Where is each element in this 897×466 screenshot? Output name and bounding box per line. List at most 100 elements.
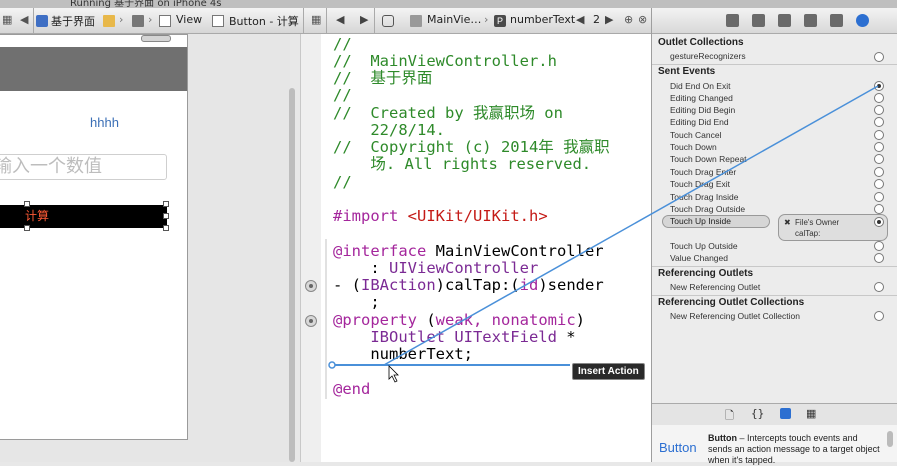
connection-circle[interactable] (874, 93, 884, 103)
interface-line: @interface MainViewController (333, 243, 604, 260)
size-inspector-icon[interactable] (830, 14, 843, 27)
connections-inspector: Outlet Collections gestureRecognizers Se… (651, 8, 897, 465)
resize-handle[interactable] (24, 225, 30, 231)
connection-target[interactable]: ✖ File's Owner calTap: (778, 214, 888, 241)
outlet-line: IBOutlet UITextField * (333, 328, 576, 346)
connection-circle[interactable] (874, 179, 884, 189)
comment-line: // MainViewController.h (333, 52, 557, 70)
view-icon (159, 15, 171, 27)
resize-handle[interactable] (163, 213, 169, 219)
close-editor-icon[interactable]: ⊗ (638, 13, 647, 26)
identity-inspector-icon[interactable] (778, 14, 791, 27)
library-item-name: Button (708, 433, 737, 443)
connection-circle[interactable] (874, 142, 884, 152)
connection-circle[interactable] (874, 241, 884, 251)
counterpart-index: 2 (593, 13, 600, 26)
quick-help-icon[interactable] (752, 14, 765, 27)
connection-circle[interactable] (874, 204, 884, 214)
object-library-icon[interactable] (780, 408, 791, 419)
comment-line: // Created by 我赢职场 on (333, 104, 563, 122)
code-editor[interactable]: // // MainViewController.h // 基于界面 // //… (321, 34, 651, 462)
iphone-view[interactable]: hhhh 输入一个数值 计算 (0, 34, 188, 440)
connection-circle[interactable] (874, 282, 884, 292)
connection-circle[interactable] (874, 253, 884, 263)
outlet-star: * (556, 328, 576, 346)
forward-icon[interactable]: ▶ (360, 13, 368, 26)
connection-circle[interactable] (874, 217, 884, 227)
outlet-connection-icon[interactable] (305, 315, 317, 327)
action-line: - (IBAction)calTap:(id)sender (333, 277, 604, 294)
new-referencing-outlet-row: New Referencing Outlet (670, 282, 761, 292)
next-counterpart-icon[interactable]: ▶ (605, 13, 613, 26)
file-inspector-icon[interactable] (726, 14, 739, 27)
storyboard-canvas[interactable]: hhhh 输入一个数值 计算 (0, 34, 290, 462)
connection-circle[interactable] (874, 81, 884, 91)
back-arrow-icon[interactable]: ◀ (20, 13, 28, 26)
action-prefix: - ( (333, 276, 361, 294)
connection-circle[interactable] (874, 311, 884, 321)
breadcrumb-chevron-icon: › (119, 13, 124, 26)
connection-circle[interactable] (874, 117, 884, 127)
event-row: Value Changed (670, 253, 728, 263)
prev-counterpart-icon[interactable]: ◀ (576, 13, 584, 26)
file-template-icon[interactable]: 🗋 (725, 407, 734, 426)
gesture-recognizers-row: gestureRecognizers (670, 51, 746, 61)
resize-handle[interactable] (163, 201, 169, 207)
event-row: Touch Drag Exit (670, 179, 730, 189)
jump-project[interactable]: 基于界面 (51, 13, 95, 29)
back-icon[interactable]: ◀ (336, 13, 344, 26)
add-editor-icon[interactable]: ⊕ (624, 13, 633, 26)
jump-bar: ▦ ◀ 基于界面 › › View Button - 计算 ▦ ◀ ▶ Main… (0, 8, 651, 34)
connection-circle[interactable] (874, 52, 884, 62)
touch-up-inside-row[interactable]: Touch Up Inside (662, 215, 770, 228)
comment-line: // Copyright (c) 2014年 我赢职 (333, 138, 610, 156)
jump-symbol[interactable]: numberText (510, 13, 575, 26)
comment-line: // (333, 86, 352, 104)
resize-handle[interactable] (163, 225, 169, 231)
library-item-button[interactable]: Button Button – Intercepts touch events … (652, 425, 897, 465)
event-row: Touch Drag Outside (670, 204, 746, 214)
property-close: ) (575, 311, 585, 329)
breadcrumb-chevron-icon: › (484, 13, 489, 26)
connection-circle[interactable] (874, 192, 884, 202)
hhhh-label[interactable]: hhhh (90, 115, 119, 130)
title-strip: Running 基于界面 on iPhone 4s (0, 0, 897, 9)
connection-circle[interactable] (874, 154, 884, 164)
grid-icon[interactable]: ▦ (2, 13, 12, 26)
jump-button[interactable]: Button - 计算 (229, 13, 299, 29)
jump-file[interactable]: MainVie… (427, 13, 481, 26)
connection-action-name: calTap: (795, 229, 821, 238)
library-scrollbar[interactable] (887, 431, 893, 447)
import-keyword: #import (333, 207, 399, 225)
attributes-inspector-icon[interactable] (804, 14, 817, 27)
outlet-type: UITextField (444, 328, 557, 346)
button-library-icon: Button (659, 440, 697, 455)
connection-circle[interactable] (874, 105, 884, 115)
connection-circle[interactable] (874, 130, 884, 140)
event-row: Touch Drag Enter (670, 167, 737, 177)
connections-inspector-icon[interactable] (856, 14, 869, 27)
canvas-scrollbar[interactable] (289, 88, 295, 462)
section-referencing-outlets: Referencing Outlets (658, 268, 754, 279)
action-connection-icon[interactable] (305, 280, 317, 292)
jump-view[interactable]: View (176, 13, 202, 26)
id-keyword: id (519, 276, 539, 294)
remove-connection-icon[interactable]: ✖ (784, 217, 791, 228)
section-referencing-outlet-collections: Referencing Outlet Collections (658, 297, 805, 308)
related-items-icon[interactable]: ▦ (311, 13, 321, 26)
button-icon (212, 15, 224, 27)
code-snippet-icon[interactable]: {} (751, 407, 764, 420)
assistant-icon[interactable] (382, 15, 394, 27)
scene-dock-handle (141, 35, 171, 42)
navigation-bar (0, 47, 187, 91)
superclass-line: : UIViewController (333, 260, 538, 277)
connection-circle[interactable] (874, 167, 884, 177)
resize-handle[interactable] (24, 201, 30, 207)
outlet-indent (333, 328, 370, 346)
media-library-icon[interactable]: ▦ (806, 407, 816, 420)
number-textfield[interactable]: 输入一个数值 (0, 154, 167, 180)
superclass-name: UIViewController (389, 259, 539, 277)
end-keyword: @end (333, 380, 371, 398)
import-line: #import <UIKit/UIKit.h> (333, 208, 548, 225)
event-row: Touch Up Outside (670, 241, 738, 251)
